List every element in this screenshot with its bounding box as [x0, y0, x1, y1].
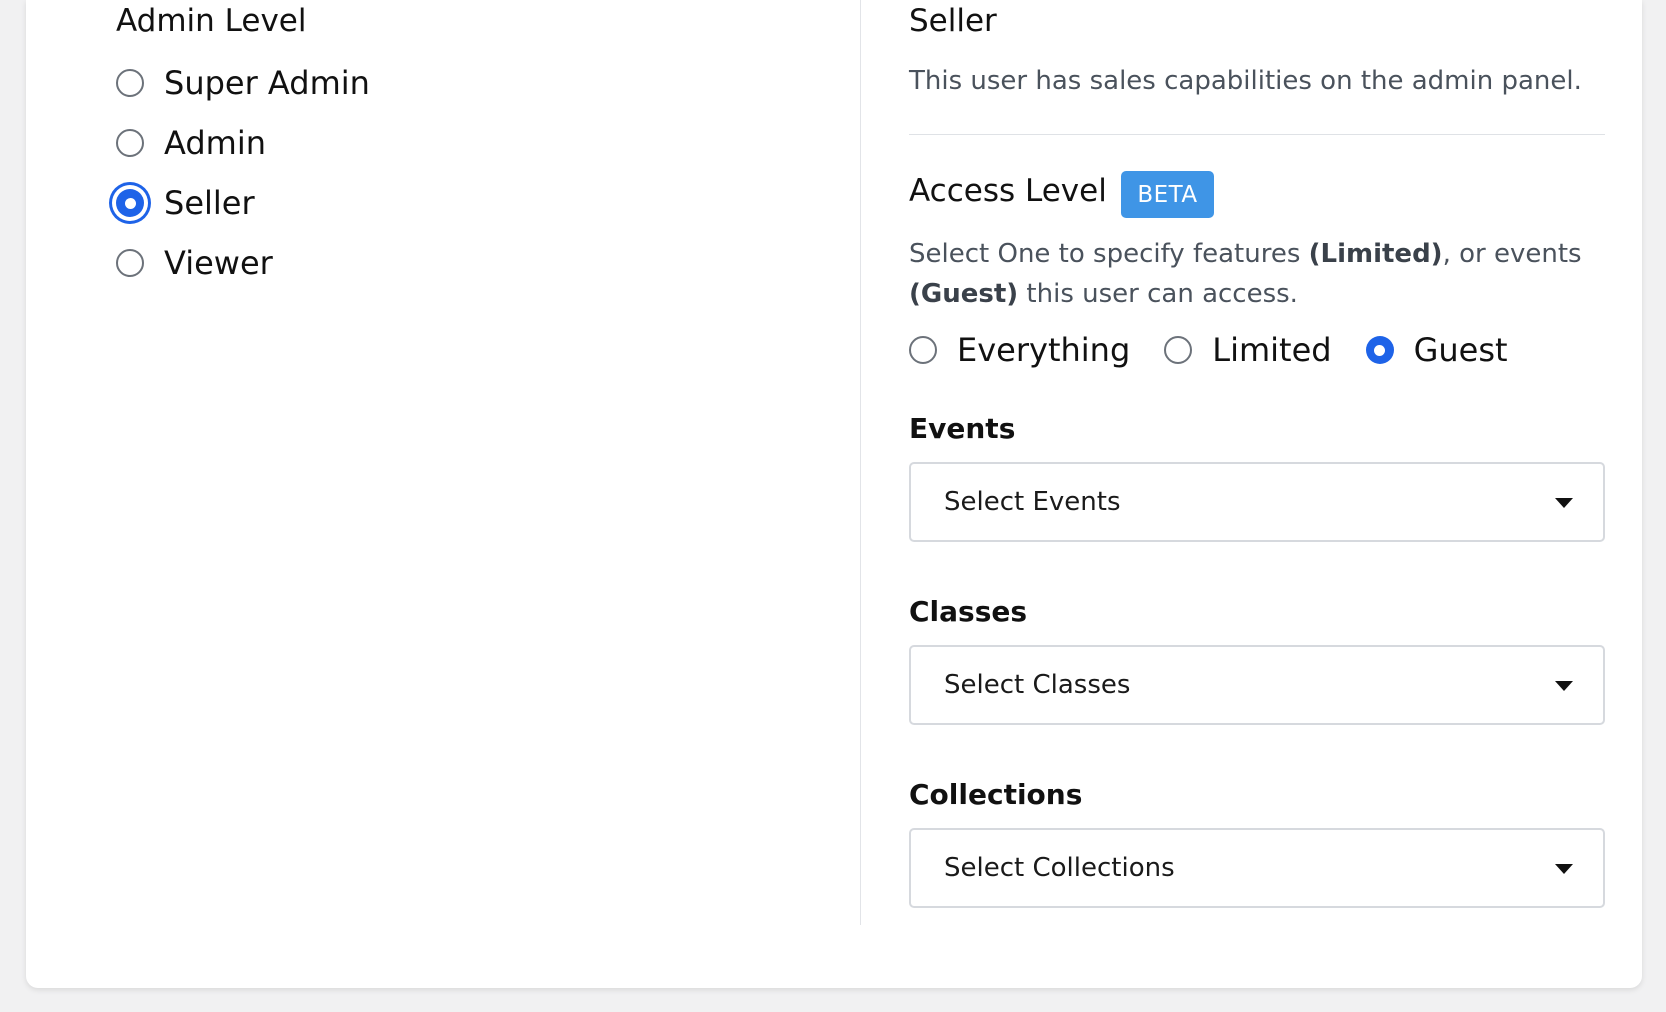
- access-option-everything[interactable]: Everything: [909, 334, 1130, 366]
- classes-label: Classes: [909, 595, 1028, 628]
- access-level-options: Everything Limited Guest: [909, 334, 1542, 366]
- radio-label-guest: Guest: [1413, 331, 1508, 369]
- column-divider: [860, 0, 861, 925]
- radio-option-viewer[interactable]: Viewer: [116, 247, 273, 279]
- caret-down-icon: [1555, 498, 1573, 508]
- access-desc-guest: (Guest): [909, 279, 1019, 309]
- radio-label-viewer: Viewer: [164, 244, 273, 282]
- events-select[interactable]: Select Events: [909, 462, 1605, 542]
- collections-label: Collections: [909, 778, 1083, 811]
- access-desc-limited: (Limited): [1308, 239, 1443, 269]
- events-select-text: Select Events: [944, 487, 1121, 517]
- radio-label-limited: Limited: [1212, 331, 1332, 369]
- section-divider: [909, 134, 1605, 135]
- radio-super-admin[interactable]: [116, 69, 144, 97]
- radio-option-super-admin[interactable]: Super Admin: [116, 67, 370, 99]
- radio-option-admin[interactable]: Admin: [116, 127, 266, 159]
- radio-everything[interactable]: [909, 336, 937, 364]
- collections-select-text: Select Collections: [944, 853, 1175, 883]
- caret-down-icon: [1555, 681, 1573, 691]
- radio-limited[interactable]: [1164, 336, 1193, 364]
- access-level-description: Select One to specify features (Limited)…: [909, 234, 1589, 314]
- admin-level-heading: Admin Level: [116, 3, 307, 39]
- caret-down-icon: [1555, 864, 1573, 874]
- access-desc-part1: Select One to specify features: [909, 239, 1309, 269]
- collections-select[interactable]: Select Collections: [909, 828, 1605, 908]
- radio-viewer[interactable]: [116, 249, 144, 277]
- access-desc-part2: , or events: [1442, 239, 1582, 269]
- radio-seller[interactable]: [116, 189, 144, 217]
- radio-admin[interactable]: [116, 129, 144, 157]
- access-level-heading: Access Level: [909, 173, 1107, 209]
- radio-label-admin: Admin: [164, 124, 266, 162]
- beta-badge: BETA: [1121, 171, 1214, 218]
- radio-guest[interactable]: [1365, 336, 1394, 364]
- radio-label-super-admin: Super Admin: [164, 64, 370, 102]
- access-option-limited[interactable]: Limited: [1164, 331, 1332, 369]
- classes-select-text: Select Classes: [944, 670, 1131, 700]
- radio-label-everything: Everything: [957, 331, 1131, 369]
- radio-label-seller: Seller: [164, 184, 255, 222]
- access-desc-part3: this user can access.: [1018, 279, 1298, 309]
- classes-select[interactable]: Select Classes: [909, 645, 1605, 725]
- role-title: Seller: [909, 3, 997, 39]
- radio-option-seller[interactable]: Seller: [116, 187, 255, 219]
- role-description: This user has sales capabilities on the …: [909, 66, 1582, 96]
- events-label: Events: [909, 412, 1016, 445]
- access-option-guest[interactable]: Guest: [1365, 331, 1508, 369]
- user-permissions-card: Admin Level Super Admin Admin Seller Vie…: [26, 0, 1642, 988]
